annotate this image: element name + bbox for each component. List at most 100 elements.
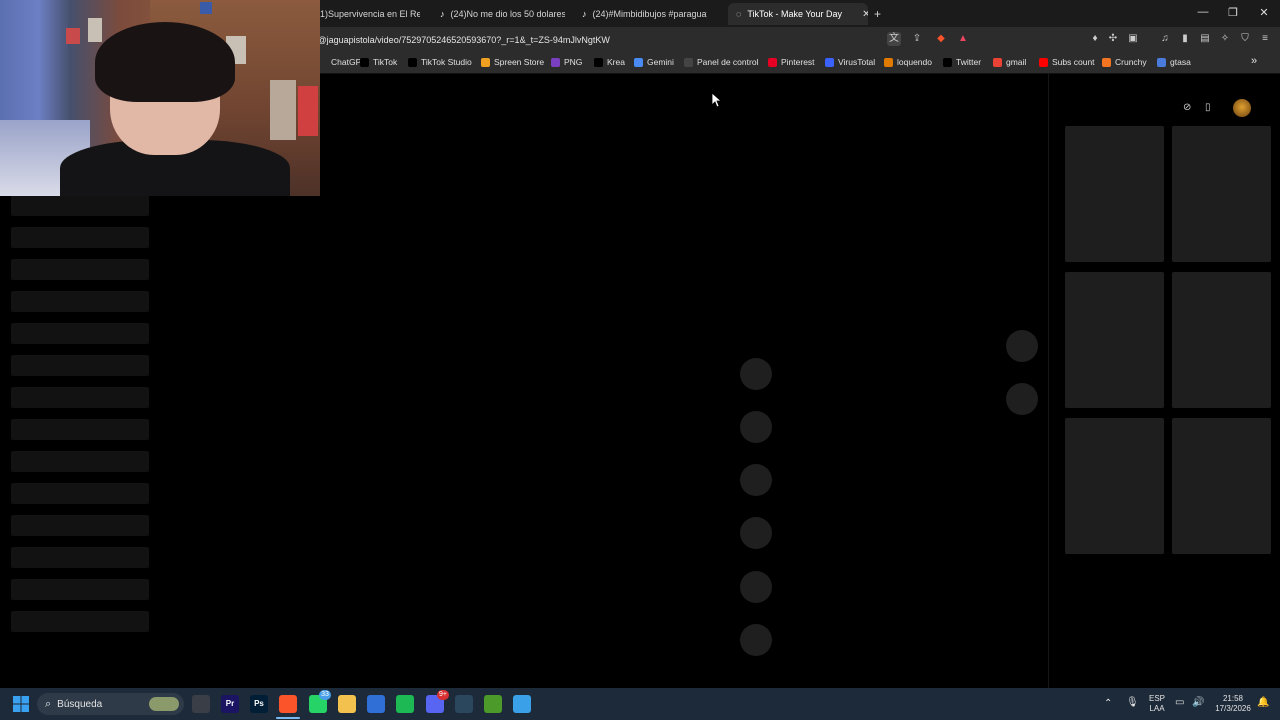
bookmark-subs-count[interactable]: Subs count <box>1039 57 1095 67</box>
minimize-icon: — <box>1197 6 1209 18</box>
steam-icon[interactable] <box>455 695 473 713</box>
sidebar-skeleton-item <box>11 579 149 600</box>
sidebar-toggle-icon[interactable]: ▮ <box>1178 32 1192 46</box>
tab-supervivencia[interactable]: 1)Supervivencia en El Reno: N <box>320 3 420 25</box>
clock[interactable]: 21:58 17/3/2026 <box>1210 694 1256 714</box>
video-thumbnail-skeleton[interactable] <box>1065 126 1164 262</box>
brave-shields-icon[interactable]: ◆ <box>934 32 948 46</box>
language-code: ESP <box>1148 694 1165 703</box>
bookmark-spreen-store[interactable]: Spreen Store <box>481 57 544 67</box>
wallet-icon[interactable]: ▤ <box>1198 32 1212 46</box>
microphone-icon[interactable]: 🎙 <box>1126 697 1139 708</box>
volume-icon[interactable]: 🔊 <box>1192 697 1204 708</box>
bookmark-virustotal[interactable]: VirusTotal <box>825 57 875 67</box>
gmail-icon <box>993 57 1002 67</box>
device-icon[interactable]: ▯ <box>1205 102 1211 113</box>
sidebar-skeleton-item <box>11 611 149 632</box>
video-thumbnail-skeleton[interactable] <box>1065 272 1164 408</box>
tray-overflow-icon[interactable]: ⌃ <box>1104 698 1112 709</box>
action-button-skeleton[interactable] <box>740 624 772 656</box>
whatsapp-badge: 33 <box>319 690 331 700</box>
tab-label: 1)Supervivencia en El Reno: N <box>320 9 420 19</box>
action-button-skeleton[interactable] <box>740 571 772 603</box>
action-button-skeleton[interactable] <box>740 411 772 443</box>
bookmark-gemini[interactable]: Gemini <box>634 57 674 67</box>
sidebar-skeleton-item <box>11 291 149 312</box>
bookmark-png[interactable]: PNG <box>551 57 582 67</box>
premiere-icon[interactable]: Pr <box>221 695 239 713</box>
nav-up-skeleton[interactable] <box>1006 330 1038 362</box>
bookmark-label: Panel de control <box>697 57 759 67</box>
minimize-button[interactable]: — <box>1193 6 1213 18</box>
close-tab-icon[interactable]: ✕ <box>862 9 868 20</box>
vpn-shield-icon[interactable]: ⛉ <box>1238 32 1252 46</box>
address-bar[interactable]: n/@jaguapistola/video/752970524652059367… <box>310 30 980 50</box>
new-tab-button[interactable]: + <box>874 3 888 25</box>
brave-icon[interactable] <box>279 695 297 713</box>
folder-icon[interactable] <box>338 695 356 713</box>
video-thumbnail-skeleton[interactable] <box>1172 418 1271 554</box>
bookmark-krea[interactable]: Krea <box>594 57 625 67</box>
tab-no-me-dio[interactable]: ♪ (24)No me dio los 50 dolares # <box>440 3 565 25</box>
bookmark-label: gtasa <box>1170 57 1191 67</box>
bookmark-tiktok[interactable]: TikTok <box>360 57 397 67</box>
language-indicator[interactable]: ESP LAA <box>1146 694 1168 714</box>
screenshot-icon[interactable]: ▣ <box>1126 32 1140 46</box>
music-icon[interactable]: ♫ <box>1158 32 1172 46</box>
minecraft-icon[interactable] <box>484 695 502 713</box>
sidebar-skeleton-item <box>11 355 149 376</box>
bookmark-gtasa[interactable]: gtasa <box>1157 57 1191 67</box>
notepad-icon[interactable] <box>513 695 531 713</box>
action-button-skeleton[interactable] <box>740 358 772 390</box>
menu-icon[interactable]: ≡ <box>1258 32 1272 46</box>
sidebar-skeleton-item <box>11 195 149 216</box>
bookmark-label: PNG <box>564 57 583 67</box>
notifications-icon[interactable]: 🔔 <box>1257 697 1269 708</box>
bookmark-loquendo[interactable]: loquendo <box>884 57 932 67</box>
leo-ai-icon[interactable]: ✧ <box>1218 32 1232 46</box>
sidebar-skeleton-item <box>11 547 149 568</box>
share-icon[interactable]: ⇪ <box>910 32 924 46</box>
taskbar-search[interactable]: ⌕ Búsqueda <box>37 693 184 715</box>
x-icon <box>943 57 952 67</box>
sidebar-skeleton-item <box>11 451 149 472</box>
avatar[interactable] <box>1233 99 1251 117</box>
bookmark-pinterest[interactable]: Pinterest <box>768 57 815 67</box>
tab-label: (24)No me dio los 50 dolares # <box>450 9 566 19</box>
video-thumbnail-skeleton[interactable] <box>1172 272 1271 408</box>
search-placeholder: Búsqueda <box>57 698 103 710</box>
tab-mimbidibujos[interactable]: ♪ (24)#Mimbidibujos #paraguay <box>582 3 707 25</box>
bookmark-label: Crunchy <box>1115 57 1147 67</box>
file-explorer-icon[interactable] <box>192 695 210 713</box>
action-button-skeleton[interactable] <box>740 464 772 496</box>
clock-date: 17/3/2026 <box>1215 704 1251 713</box>
gemini-icon <box>634 57 643 67</box>
video-thumbnail-skeleton[interactable] <box>1065 418 1164 554</box>
bookmark-crunchy[interactable]: Crunchy <box>1102 57 1147 67</box>
tab-tiktok-active[interactable]: ◌ TikTok - Make Your Day ✕ <box>728 3 868 25</box>
compass-icon[interactable]: ⊘ <box>1183 102 1191 113</box>
bookmarks-more-button[interactable]: » <box>1251 55 1257 67</box>
network-icon[interactable]: ▭ <box>1175 697 1184 708</box>
bookmark-tiktok-studio[interactable]: TikTok Studio <box>408 57 472 67</box>
bookmark-panel-de-control[interactable]: Panel de control <box>684 57 758 67</box>
video-thumbnail-skeleton[interactable] <box>1172 126 1271 262</box>
bookmark-twitter[interactable]: Twitter <box>943 57 981 67</box>
spotify-icon[interactable] <box>396 695 414 713</box>
search-icon: ⌕ <box>45 697 52 710</box>
webcam-poster <box>270 80 296 140</box>
restore-button[interactable]: ❐ <box>1223 6 1243 19</box>
close-window-button[interactable]: ✕ <box>1254 6 1274 19</box>
webcam-poster <box>200 2 212 14</box>
store-app-icon[interactable] <box>367 695 385 713</box>
media-icon[interactable]: ♦ <box>1088 32 1102 46</box>
brave-rewards-icon[interactable]: ▲ <box>956 32 970 46</box>
extensions-icon[interactable]: ✣ <box>1106 32 1120 46</box>
translate-icon[interactable]: 文 <box>887 32 901 46</box>
bookmark-gmail[interactable]: gmail <box>993 57 1026 67</box>
windows-start-icon[interactable] <box>13 696 29 712</box>
panel-divider <box>1048 74 1049 688</box>
action-button-skeleton[interactable] <box>740 517 772 549</box>
nav-down-skeleton[interactable] <box>1006 383 1038 415</box>
photoshop-icon[interactable]: Ps <box>250 695 268 713</box>
